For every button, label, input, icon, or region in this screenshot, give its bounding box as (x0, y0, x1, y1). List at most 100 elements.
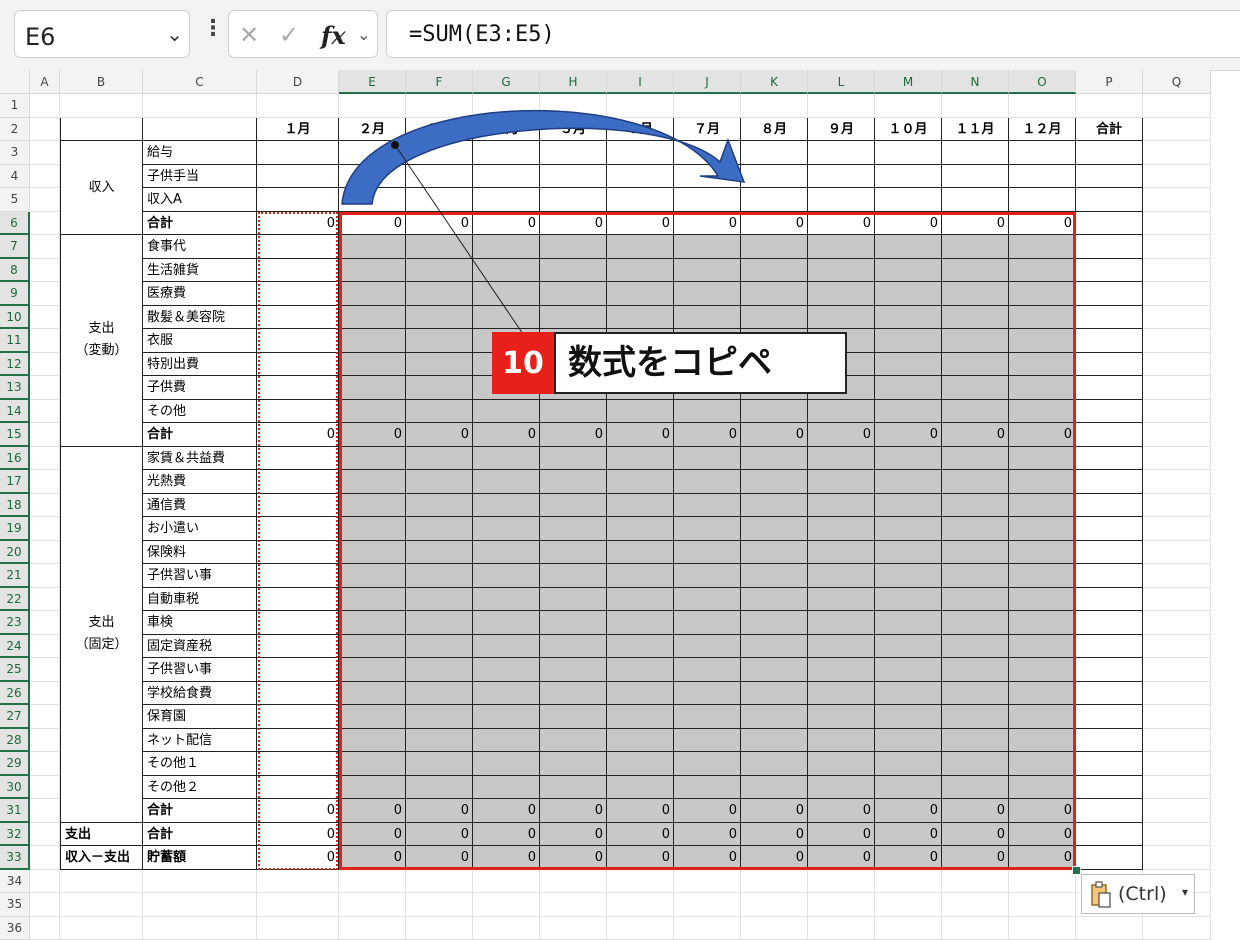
value-cell[interactable] (808, 165, 875, 189)
row-header-15[interactable]: 15 (0, 423, 30, 447)
cell[interactable] (30, 329, 60, 353)
value-cell[interactable] (473, 165, 540, 189)
month-header[interactable]: １１月 (942, 118, 1009, 142)
fill-handle[interactable] (1072, 866, 1081, 875)
cell[interactable] (30, 541, 60, 565)
cell[interactable] (1009, 917, 1076, 940)
cell[interactable] (741, 94, 808, 118)
cell[interactable] (1143, 235, 1211, 259)
group-label[interactable]: 収入 (60, 141, 143, 235)
column-header-B[interactable]: B (60, 70, 143, 94)
row-header-16[interactable]: 16 (0, 447, 30, 471)
group-label[interactable]: 支出 （固定） (60, 447, 143, 823)
value-cell[interactable] (1076, 799, 1143, 823)
month-header[interactable]: ５月 (540, 118, 607, 142)
item-label[interactable]: 自動車税 (143, 588, 257, 612)
month-header[interactable]: ３月 (406, 118, 473, 142)
cell[interactable] (30, 776, 60, 800)
cell[interactable] (143, 94, 257, 118)
value-cell[interactable] (540, 165, 607, 189)
cell[interactable] (875, 917, 942, 940)
item-label[interactable]: 家賃＆共益費 (143, 447, 257, 471)
item-label[interactable]: ネット配信 (143, 729, 257, 753)
cell[interactable] (674, 893, 741, 917)
row-label[interactable]: 支出 (60, 823, 143, 847)
value-cell[interactable] (1076, 564, 1143, 588)
cell[interactable] (30, 212, 60, 236)
value-cell[interactable] (1009, 141, 1076, 165)
cell[interactable] (1143, 517, 1211, 541)
item-label[interactable]: 学校給食費 (143, 682, 257, 706)
cell[interactable] (30, 470, 60, 494)
column-header-D[interactable]: D (257, 70, 339, 94)
row-header-9[interactable]: 9 (0, 282, 30, 306)
value-cell[interactable] (1076, 165, 1143, 189)
month-header[interactable]: １月 (257, 118, 339, 142)
column-header-M[interactable]: M (875, 70, 942, 94)
value-cell[interactable] (1076, 729, 1143, 753)
value-cell[interactable] (1076, 705, 1143, 729)
row-header-29[interactable]: 29 (0, 752, 30, 776)
cell[interactable] (60, 118, 143, 142)
cell[interactable] (1143, 329, 1211, 353)
cell[interactable] (674, 870, 741, 894)
cell[interactable] (143, 870, 257, 894)
cell[interactable] (406, 94, 473, 118)
cell[interactable] (808, 94, 875, 118)
cell[interactable] (1143, 188, 1211, 212)
cell[interactable] (30, 588, 60, 612)
cell[interactable] (942, 870, 1009, 894)
cell[interactable] (473, 893, 540, 917)
cancel-icon[interactable]: ✕ (239, 21, 259, 49)
value-cell[interactable] (1076, 588, 1143, 612)
month-header[interactable]: 合計 (1076, 118, 1143, 142)
cell[interactable] (607, 94, 674, 118)
cell[interactable] (30, 823, 60, 847)
value-cell[interactable] (1076, 517, 1143, 541)
cell[interactable] (741, 917, 808, 940)
cell[interactable] (339, 870, 406, 894)
cell[interactable] (808, 870, 875, 894)
cell[interactable] (540, 917, 607, 940)
cell[interactable] (30, 259, 60, 283)
month-header[interactable]: ８月 (741, 118, 808, 142)
column-header-N[interactable]: N (942, 70, 1009, 94)
item-label[interactable]: 食事代 (143, 235, 257, 259)
row-header-14[interactable]: 14 (0, 400, 30, 424)
item-label[interactable]: 子供習い事 (143, 658, 257, 682)
value-cell[interactable] (257, 165, 339, 189)
row-header-27[interactable]: 27 (0, 705, 30, 729)
cell[interactable] (1143, 400, 1211, 424)
cell[interactable] (875, 870, 942, 894)
cell[interactable] (30, 564, 60, 588)
cell[interactable] (473, 917, 540, 940)
row-header-12[interactable]: 12 (0, 353, 30, 377)
cell[interactable] (1143, 212, 1211, 236)
cell[interactable] (30, 870, 60, 894)
cell[interactable] (30, 752, 60, 776)
row-header-32[interactable]: 32 (0, 823, 30, 847)
value-cell[interactable] (1076, 282, 1143, 306)
cell[interactable] (143, 917, 257, 940)
cell[interactable] (607, 917, 674, 940)
row-header-21[interactable]: 21 (0, 564, 30, 588)
cell[interactable] (406, 917, 473, 940)
item-label[interactable]: 保険料 (143, 541, 257, 565)
column-header-A[interactable]: A (30, 70, 60, 94)
cell[interactable] (1143, 494, 1211, 518)
row-header-6[interactable]: 6 (0, 212, 30, 236)
item-label[interactable]: 貯蓄額 (143, 846, 257, 870)
cell[interactable] (1143, 94, 1211, 118)
value-cell[interactable] (1076, 235, 1143, 259)
value-cell[interactable] (1076, 494, 1143, 518)
value-cell[interactable] (1076, 423, 1143, 447)
value-cell[interactable] (1076, 846, 1143, 870)
name-box[interactable]: E6 ⌄ (14, 10, 190, 58)
cell[interactable] (406, 870, 473, 894)
item-label[interactable]: お小遣い (143, 517, 257, 541)
cell[interactable] (540, 870, 607, 894)
value-cell[interactable] (674, 188, 741, 212)
cell[interactable] (257, 870, 339, 894)
value-cell[interactable] (942, 188, 1009, 212)
row-header-13[interactable]: 13 (0, 376, 30, 400)
